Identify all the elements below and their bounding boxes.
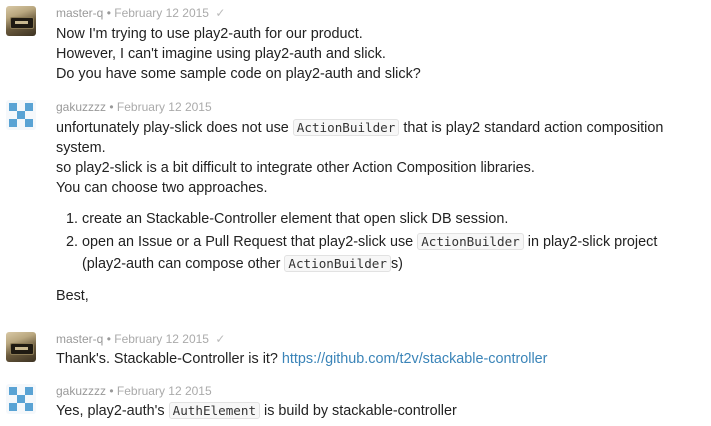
message-date[interactable]: February 12 2015	[114, 332, 209, 346]
message-body: Now I'm trying to use play2-auth for our…	[56, 24, 706, 84]
message-text: is build by stackable-controller	[264, 403, 457, 419]
message-text: open an Issue or a Pull Request that pla…	[82, 234, 414, 250]
check-icon: ✓	[215, 332, 226, 346]
separator: •	[109, 100, 114, 114]
inline-code: ActionBuilder	[417, 233, 524, 250]
message-date[interactable]: February 12 2015	[117, 100, 212, 114]
stackable-controller-link[interactable]: https://github.com/t2v/stackable-control…	[282, 351, 548, 367]
message-text: unfortunately play-slick does not use	[56, 120, 289, 136]
message-meta: master-q • February 12 2015 ✓	[56, 6, 225, 20]
message-meta: gakuzzzz • February 12 2015	[56, 384, 212, 398]
message-text: You can choose two approaches.	[56, 180, 268, 196]
list-item: create an Stackable-Controller element t…	[82, 209, 706, 229]
message-text: Now I'm trying to use play2-auth for our…	[56, 26, 363, 42]
ordered-list: create an Stackable-Controller element t…	[56, 209, 706, 274]
avatar[interactable]	[6, 100, 36, 130]
author-name[interactable]: gakuzzzz	[56, 100, 106, 114]
message-date[interactable]: February 12 2015	[117, 384, 212, 398]
check-icon: ✓	[215, 6, 226, 20]
message-paragraph: unfortunately play-slick does not use Ac…	[56, 118, 706, 138]
message-meta: gakuzzzz • February 12 2015	[56, 100, 212, 114]
author-name[interactable]: master-q	[56, 6, 103, 20]
author-name[interactable]: master-q	[56, 332, 103, 346]
message-body: Yes, play2-auth's AuthElement is build b…	[56, 401, 706, 421]
inline-code: AuthElement	[168, 402, 261, 419]
separator: •	[106, 332, 111, 346]
message-meta: master-q • February 12 2015 ✓	[56, 332, 225, 346]
author-name[interactable]: gakuzzzz	[56, 384, 106, 398]
message-text: that is play2 standard action compositio…	[403, 120, 664, 136]
message-text: Yes, play2-auth's	[56, 403, 165, 419]
message-text: s)	[390, 256, 403, 272]
message-body: unfortunately play-slick does not use Ac…	[56, 118, 706, 306]
list-item: open an Issue or a Pull Request that pla…	[82, 232, 706, 274]
message-text: Do you have some sample code on play2-au…	[56, 66, 421, 82]
message-text: system.	[56, 140, 106, 156]
avatar[interactable]	[6, 332, 36, 362]
inline-code: ActionBuilder	[292, 119, 400, 136]
message-text: create an Stackable-Controller element t…	[82, 211, 509, 227]
message-text: in play2-slick project	[527, 234, 658, 250]
message-text: Best,	[56, 288, 89, 304]
message-text: so play2-slick is a bit difficult to int…	[56, 160, 535, 176]
message-text: However, I can't imagine using play2-aut…	[56, 46, 386, 62]
message-body: Thank's. Stackable-Controller is it? htt…	[56, 349, 706, 369]
avatar[interactable]	[6, 6, 36, 36]
separator: •	[106, 6, 111, 20]
separator: •	[109, 384, 114, 398]
message-date[interactable]: February 12 2015	[114, 6, 209, 20]
message-text: (play2-auth can compose other	[82, 256, 281, 272]
message-text: Thank's. Stackable-Controller is it?	[56, 351, 278, 367]
avatar[interactable]	[6, 384, 36, 414]
inline-code: ActionBuilder	[284, 255, 391, 272]
